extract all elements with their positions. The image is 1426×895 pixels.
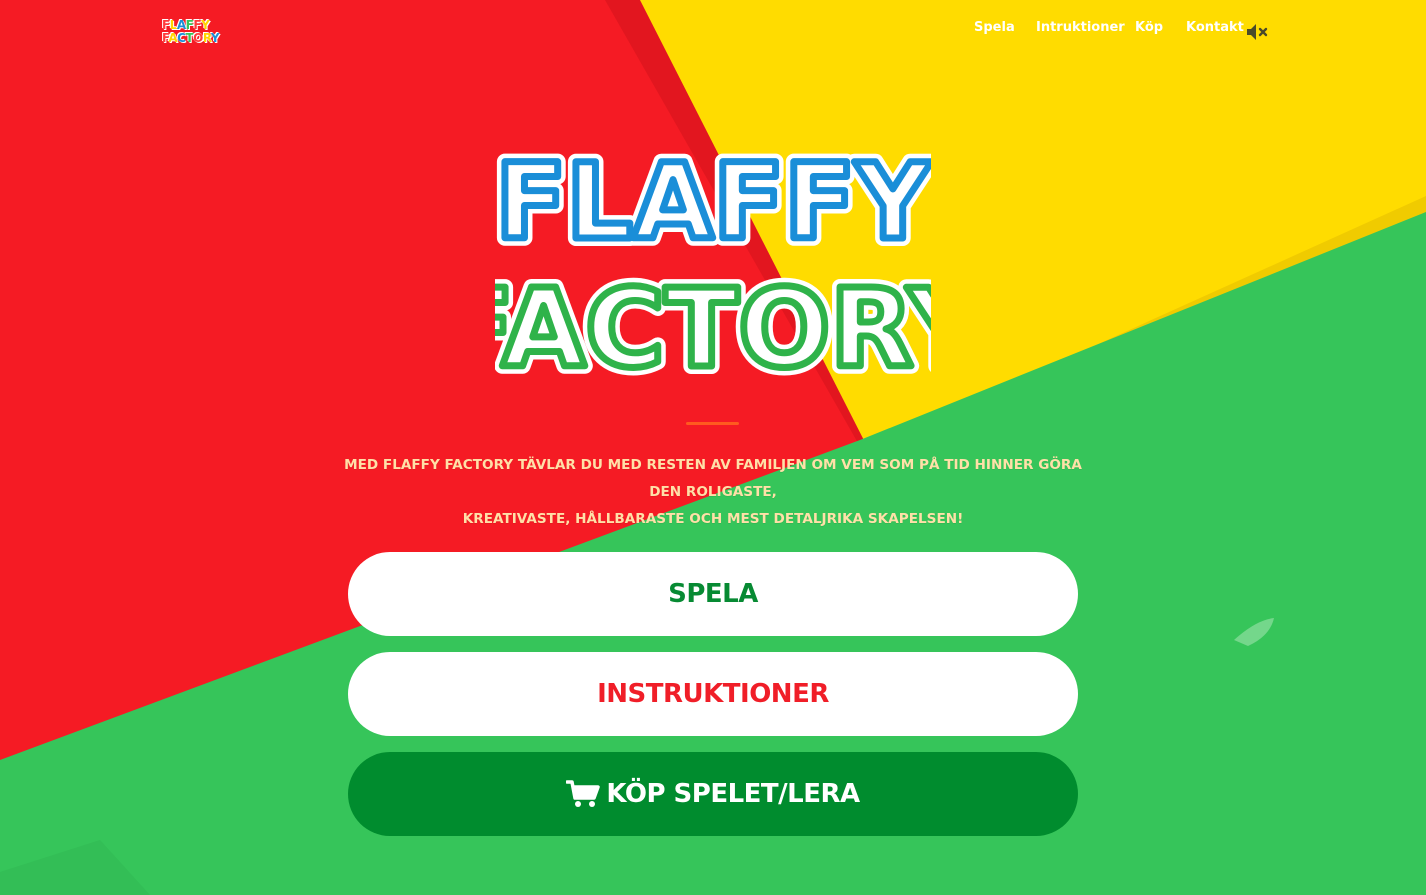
nav-link-instruktioner[interactable]: Intruktioner — [1036, 20, 1125, 35]
instructions-button-label: INSTRUKTIONER — [597, 679, 829, 709]
speaker-muted-icon[interactable] — [1246, 22, 1270, 42]
nav-link-kop[interactable]: Köp — [1135, 20, 1163, 35]
nav-link-kontakt[interactable]: Kontakt — [1186, 20, 1244, 35]
buy-button-label: KÖP SPELET/LERA — [606, 779, 860, 809]
nav-link-spela[interactable]: Spela — [974, 20, 1015, 35]
shopping-cart-icon — [566, 780, 601, 807]
hero-tagline-line1: MED FLAFFY FACTORY TÄVLAR DU MED RESTEN … — [344, 457, 1082, 500]
hero-tagline: MED FLAFFY FACTORY TÄVLAR DU MED RESTEN … — [330, 452, 1096, 533]
hero-tagline-line2: KREATIVASTE, HÅLLBARASTE OCH MEST DETALJ… — [462, 511, 964, 527]
play-button-label: SPELA — [668, 579, 758, 609]
nav-logo[interactable]: FLAFFY FACTORY — [162, 19, 220, 49]
hero-logo: FLAFFY FLAFFY FACTORY FACTORY — [495, 133, 931, 392]
hero-logo-line1: FLAFFY — [495, 141, 931, 263]
hero-divider — [686, 422, 739, 425]
buy-button[interactable]: KÖP SPELET/LERA — [348, 752, 1078, 836]
hero-logo-line2: FACTORY — [495, 267, 931, 392]
instructions-button[interactable]: INSTRUKTIONER — [348, 652, 1078, 736]
nav-logo-line2: FACTORY — [162, 31, 220, 45]
play-button[interactable]: SPELA — [348, 552, 1078, 636]
